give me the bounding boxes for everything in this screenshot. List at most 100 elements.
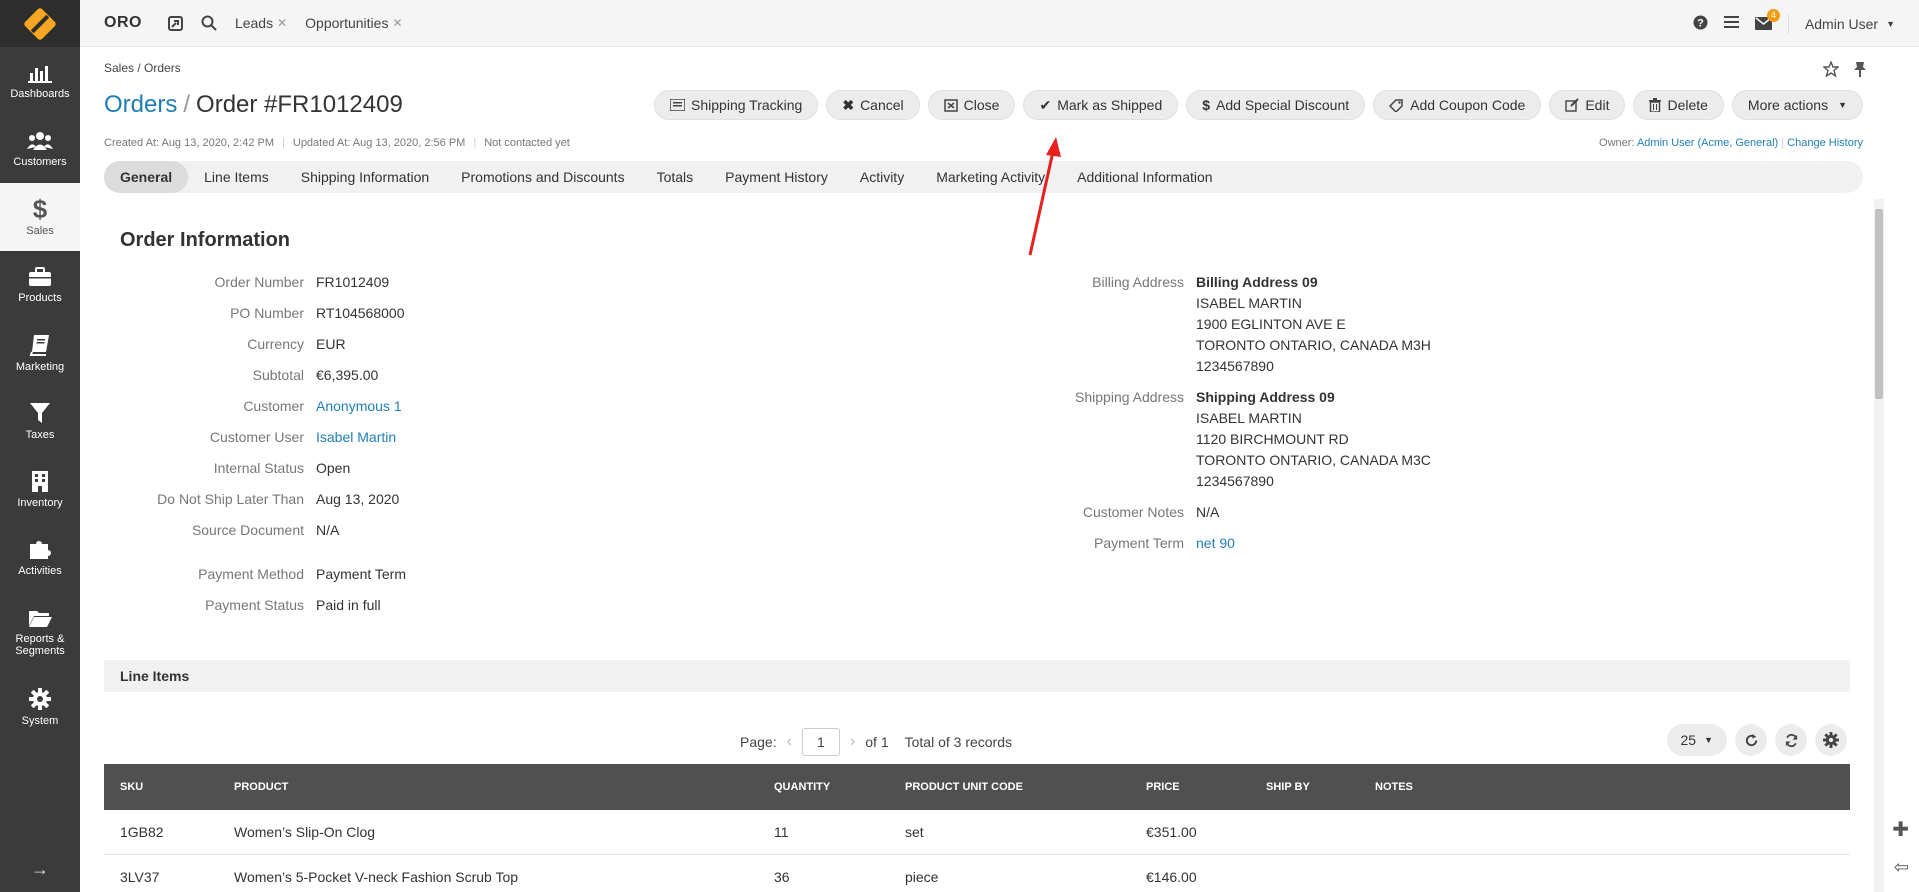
pinned-tab-label: Leads [234, 15, 274, 31]
total-records: Total of 3 records [904, 734, 1012, 750]
table-row[interactable]: 3LV37 Women’s 5-Pocket V-neck Fashion Sc… [104, 855, 1850, 892]
tab-line-items[interactable]: Line Items [188, 161, 285, 193]
vertical-scrollbar[interactable] [1874, 199, 1884, 892]
field-label: Billing Address [1092, 274, 1184, 290]
column-header-quantity[interactable]: QUANTITY [774, 781, 830, 793]
breadcrumb: Sales / Orders [104, 61, 181, 75]
help-icon[interactable]: ? [1693, 15, 1708, 33]
pinned-tab-opportunities[interactable]: Opportunities ✕ [305, 15, 402, 31]
sidebar-item-label: Inventory [17, 496, 63, 509]
tab-promotions-and-discounts[interactable]: Promotions and Discounts [445, 161, 640, 193]
back-arrow-icon[interactable]: ⇦ [1894, 857, 1909, 878]
mark-as-shipped-button[interactable]: ✔ Mark as Shipped [1023, 90, 1179, 120]
collapse-sidebar-icon[interactable]: → [0, 859, 80, 880]
column-header-ship-by[interactable]: SHIP BY [1266, 781, 1310, 793]
table-row[interactable]: 1GB82 Women’s Slip-On Clog 11 set €351.0… [104, 810, 1850, 855]
pin-icon[interactable] [1853, 61, 1867, 80]
cell-price: €351.00 [1146, 824, 1197, 840]
sidebar-item-inventory[interactable]: Inventory [0, 455, 80, 523]
sidebar-item-label: Products [18, 291, 62, 304]
add-coupon-code-button[interactable]: Add Coupon Code [1373, 90, 1542, 120]
sidebar-item-activities[interactable]: Activities [0, 523, 80, 591]
sidebar-item-products[interactable]: Products [0, 251, 80, 319]
search-icon[interactable] [201, 15, 217, 31]
scrollbar-thumb[interactable] [1875, 209, 1883, 399]
refresh-icon[interactable] [1775, 724, 1807, 756]
sidebar-item-dashboards[interactable]: Dashboards [0, 47, 80, 115]
sidebar-item-marketing[interactable]: Marketing [0, 319, 80, 387]
owner-link[interactable]: Admin User (Acme, General) [1637, 137, 1778, 149]
tab-additional-information[interactable]: Additional Information [1061, 161, 1228, 193]
tab-totals[interactable]: Totals [641, 161, 710, 193]
plus-icon[interactable]: ✚ [1892, 817, 1909, 842]
more-actions-button[interactable]: More actions ▼ [1731, 90, 1863, 120]
sidebar-item-sales[interactable]: $ Sales [0, 183, 80, 251]
tab-payment-history[interactable]: Payment History [709, 161, 844, 193]
title-breadcrumb-orders[interactable]: Orders [104, 91, 177, 118]
oro-logo[interactable] [0, 0, 80, 47]
menu-icon[interactable] [1723, 15, 1739, 32]
button-label: Edit [1585, 97, 1610, 113]
column-header-sku[interactable]: SKU [120, 781, 143, 793]
field-subtotal: Subtotal €6,395.00 [120, 367, 379, 387]
sidebar-item-customers[interactable]: Customers [0, 115, 80, 183]
button-label: Delete [1667, 97, 1708, 113]
grid-settings-icon[interactable] [1815, 724, 1847, 756]
reset-icon[interactable] [1735, 724, 1767, 756]
tab-general[interactable]: General [104, 161, 189, 193]
delete-button[interactable]: Delete [1633, 90, 1724, 120]
brand-name[interactable]: ORO [104, 14, 142, 32]
sidebar-item-label-2: Segments [15, 644, 65, 657]
close-icon[interactable]: ✕ [392, 16, 402, 30]
sidebar-item-reports[interactable]: Reports & Segments [0, 591, 80, 673]
field-value: N/A [1196, 504, 1220, 520]
field-customer-user: Customer User Isabel Martin [120, 429, 396, 449]
order-title: Order #FR1012409 [196, 91, 403, 118]
field-value: EUR [316, 336, 346, 352]
cell-quantity: 11 [774, 824, 789, 840]
column-header-price[interactable]: PRICE [1146, 781, 1180, 793]
list-icon [670, 99, 686, 111]
sidebar: Dashboards Customers $ Sales Products Ma… [0, 0, 80, 892]
close-button[interactable]: Close [927, 90, 1016, 120]
field-currency: Currency EUR [120, 336, 346, 356]
shipping-tracking-button[interactable]: Shipping Tracking [654, 90, 819, 120]
field-po-number: PO Number RT104568000 [120, 305, 404, 325]
cell-unit: piece [905, 869, 939, 885]
sidebar-item-system[interactable]: System [0, 673, 80, 741]
separator: | [473, 137, 477, 149]
star-icon[interactable] [1822, 60, 1840, 80]
sidebar-item-label: Dashboards [10, 87, 70, 100]
add-special-discount-button[interactable]: $ Add Special Discount [1186, 90, 1366, 120]
column-header-notes[interactable]: NOTES [1375, 781, 1413, 793]
sidebar-item-taxes[interactable]: Taxes [0, 387, 80, 455]
customer-link[interactable]: Anonymous 1 [316, 398, 402, 418]
user-menu[interactable]: Admin User ▼ [1787, 13, 1895, 34]
field-do-not-ship-later-than: Do Not Ship Later Than Aug 13, 2020 [120, 491, 399, 511]
page-size-select[interactable]: 25 ▼ [1666, 724, 1727, 756]
envelope-icon[interactable]: 4 [1754, 9, 1780, 30]
cancel-button[interactable]: ✖ Cancel [826, 90, 920, 120]
customer-user-link[interactable]: Isabel Martin [316, 429, 396, 449]
column-header-product-unit-code[interactable]: PRODUCT UNIT CODE [905, 781, 1023, 793]
field-source-document: Source Document N/A [120, 522, 339, 542]
chevron-right-icon[interactable]: › [850, 733, 855, 751]
button-label: Add Special Discount [1216, 97, 1350, 113]
column-header-product[interactable]: PRODUCT [234, 781, 288, 793]
tab-shipping-information[interactable]: Shipping Information [285, 161, 445, 193]
field-value: Paid in full [316, 597, 381, 613]
close-icon[interactable]: ✕ [277, 16, 287, 30]
pinned-tab-leads[interactable]: Leads ✕ [235, 15, 287, 31]
user-name: Admin User [1804, 15, 1879, 32]
page-number-input[interactable]: 1 [801, 728, 840, 756]
payment-term-link[interactable]: net 90 [1196, 535, 1235, 555]
edit-button[interactable]: Edit [1549, 90, 1626, 120]
address-line: 1234567890 [1196, 358, 1274, 374]
tab-activity[interactable]: Activity [844, 161, 920, 193]
field-label: Source Document [191, 522, 304, 538]
chevron-left-icon[interactable]: ‹ [787, 733, 792, 751]
field-label: Customer [243, 398, 304, 414]
address-line: 1900 EGLINTON AVE E [1196, 316, 1346, 332]
change-history-link[interactable]: Change History [1787, 137, 1863, 149]
history-icon[interactable] [167, 15, 183, 31]
